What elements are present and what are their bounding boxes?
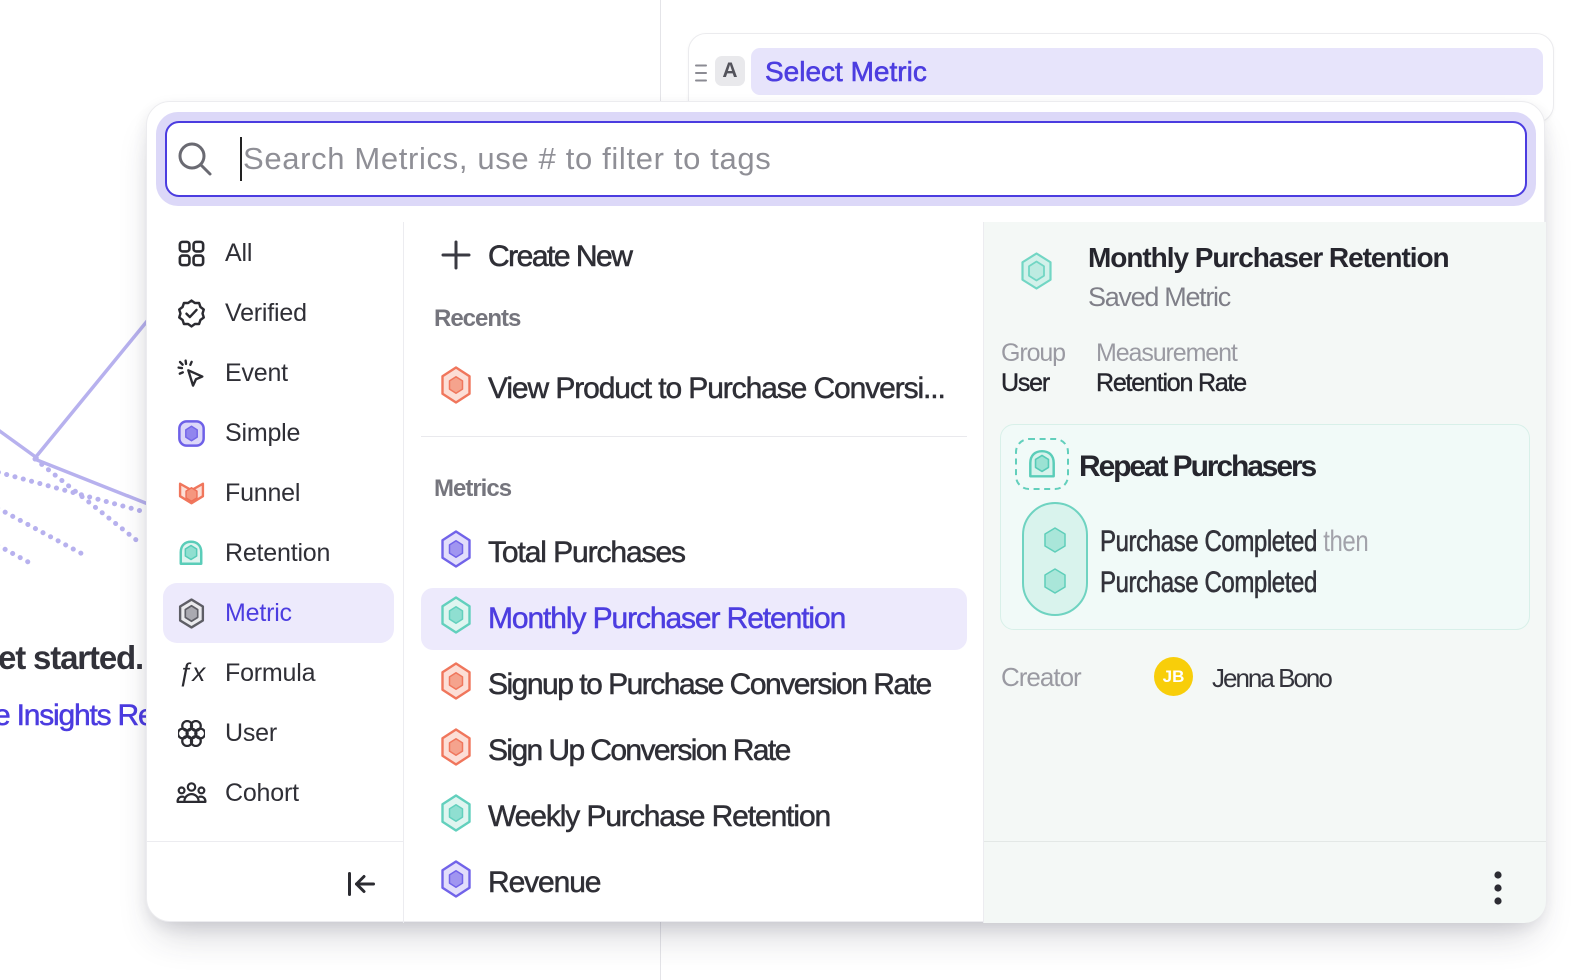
svg-text:ƒx: ƒx [178, 658, 206, 687]
